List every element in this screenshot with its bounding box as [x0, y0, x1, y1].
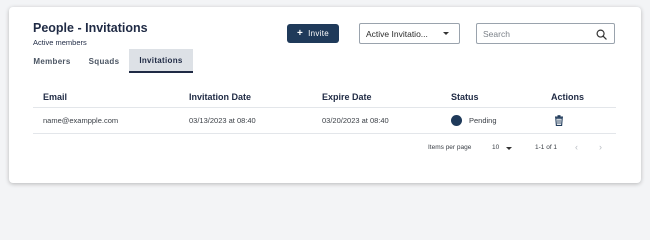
row-invitation-date: 03/13/2023 at 08:40: [189, 116, 256, 125]
chevron-down-icon: [443, 32, 449, 35]
search-placeholder: Search: [483, 28, 510, 39]
search-icon[interactable]: [596, 29, 607, 40]
invite-button-label: Invite: [308, 29, 330, 38]
column-header-actions: Actions: [551, 91, 585, 102]
invitation-filter-value: Active Invitatio...: [366, 28, 428, 39]
search-input[interactable]: Search: [476, 23, 615, 44]
chevron-down-icon[interactable]: [506, 147, 512, 150]
pagination: Items per page 10 1-1 of 1 ‹ ›: [9, 139, 641, 159]
status-label: Pending: [469, 116, 497, 125]
column-header-invitation-date: Invitation Date: [189, 91, 252, 102]
table-header-row: Email Invitation Date Expire Date Status…: [33, 86, 616, 108]
table-row: name@exampple.com 03/13/2023 at 08:40 03…: [33, 108, 616, 134]
page-title: People - Invitations: [33, 21, 148, 35]
tab-squads[interactable]: Squads: [79, 49, 129, 73]
trash-icon[interactable]: [554, 115, 564, 126]
chevron-right-icon[interactable]: ›: [599, 142, 602, 152]
plus-icon: +: [296, 27, 304, 39]
row-status: Pending: [451, 108, 497, 133]
status-dot-icon: [451, 115, 462, 126]
items-per-page-label: Items per page: [428, 144, 472, 151]
invitation-filter-select[interactable]: Active Invitatio...: [359, 23, 460, 44]
column-header-expire-date: Expire Date: [322, 91, 372, 102]
chevron-left-icon[interactable]: ‹: [575, 142, 578, 152]
page-subtitle: Active members: [33, 38, 87, 47]
row-expire-date: 03/20/2023 at 08:40: [322, 116, 389, 125]
invitations-card: People - Invitations Active members + In…: [9, 7, 641, 183]
column-header-email: Email: [43, 91, 68, 102]
row-actions: [551, 108, 564, 133]
row-email: name@exampple.com: [43, 116, 119, 125]
invitations-table: Email Invitation Date Expire Date Status…: [33, 86, 616, 134]
column-header-status: Status: [451, 91, 479, 102]
items-per-page-select[interactable]: 10: [492, 144, 499, 151]
invite-button[interactable]: + Invite: [287, 24, 339, 43]
tab-invitations[interactable]: Invitations: [129, 49, 193, 73]
tab-members[interactable]: Members: [25, 49, 79, 73]
pagination-range: 1-1 of 1: [535, 144, 558, 151]
tab-bar: Members Squads Invitations: [25, 49, 193, 73]
